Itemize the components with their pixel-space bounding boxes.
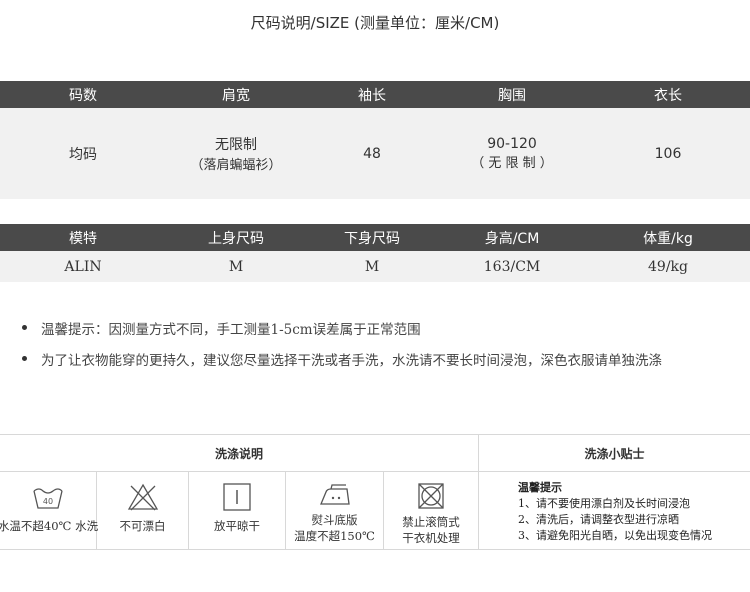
note-text: 为了让衣物能穿的更持久，建议您尽量选择干洗或者手洗，水洗请不要长时间浸泡，深色衣… (41, 352, 662, 369)
wash-tips-heading: 温馨提示 (518, 481, 562, 494)
care-label-line: 温度不超150℃ (294, 529, 375, 543)
list-item: 3、请避免阳光自晒，以免出现变色情况 (518, 529, 712, 542)
header-height: 身高/CM (484, 230, 540, 247)
header-weight: 体重/kg (643, 230, 693, 247)
divider (478, 435, 479, 549)
size-table-row: 均码 无限制 （落肩蝙蝠衫） 48 90-120 （ 无 限 制 ） 106 (0, 108, 750, 199)
list-item: 为了让衣物能穿的更持久，建议您尽量选择干洗或者手洗，水洗请不要长时间浸泡，深色衣… (22, 343, 742, 374)
header-sleeve: 袖长 (358, 87, 386, 104)
cell-sleeve: 48 (363, 145, 381, 162)
care-label-line: 干衣机处理 (402, 531, 460, 545)
list-item: 1、请不要使用漂白剂及长时间浸泡 (518, 497, 690, 510)
cell-shoulder: 无限制 （落肩蝙蝠衫） (166, 108, 306, 199)
care-item-wash: 40 水温不超40℃ 水洗 (0, 472, 99, 549)
care-label: 水温不超40℃ 水洗 (0, 519, 99, 533)
chest-value: 90-120 (487, 136, 537, 152)
notes-list: 温馨提示：因测量方式不同，手工测量1-5cm误差属于正常范围 为了让衣物能穿的更… (22, 312, 742, 374)
care-item-iron: 熨斗底版 温度不超150℃ (286, 472, 383, 549)
model-table-header: 模特 上身尺码 下身尺码 身高/CM 体重/kg (0, 224, 750, 251)
note-text: 温馨提示：因测量方式不同，手工测量1-5cm误差属于正常范围 (41, 321, 421, 338)
cell-top-size: M (228, 258, 244, 275)
list-item: 温馨提示：因测量方式不同，手工测量1-5cm误差属于正常范围 (22, 312, 742, 343)
page-title: 尺码说明/SIZE (测量单位：厘米/CM) (250, 14, 500, 32)
wash-tips-list: 温馨提示 1、请不要使用漂白剂及长时间浸泡 2、清洗后，请调整衣型进行凉晒 3、… (518, 480, 712, 544)
iron-icon (319, 484, 350, 505)
care-item-dry-flat: 放平晾干 (189, 472, 285, 549)
model-table-row: ALIN M M 163/CM 49/kg (0, 251, 750, 282)
care-label: 禁止滚筒式 干衣机处理 (402, 514, 460, 546)
care-label: 不可漂白 (119, 519, 166, 533)
no-tumble-dry-icon (418, 483, 444, 509)
care-label-line: 禁止滚筒式 (402, 515, 460, 529)
cell-model: ALIN (64, 258, 102, 275)
header-model: 模特 (69, 230, 97, 247)
cell-height: 163/CM (483, 258, 541, 275)
care-item-no-bleach: 不可漂白 (97, 472, 188, 549)
list-item: 2、清洗后，请调整衣型进行凉晒 (518, 513, 679, 526)
size-table-header: 码数 肩宽 袖长 胸围 衣长 (0, 81, 750, 108)
dry-flat-icon (223, 483, 251, 511)
bullet-icon (22, 356, 27, 361)
cell-chest: 90-120 （ 无 限 制 ） (438, 108, 586, 199)
model-table: 模特 上身尺码 下身尺码 身高/CM 体重/kg ALIN M M 163/CM… (0, 224, 750, 282)
care-label: 熨斗底版 温度不超150℃ (294, 512, 375, 544)
wash-instructions-header: 洗涤说明 (0, 435, 478, 472)
svg-text:40: 40 (43, 497, 53, 506)
cell-bottom-size: M (364, 258, 380, 275)
cell-size: 均码 (69, 146, 97, 163)
care-label: 放平晾干 (214, 519, 260, 533)
size-table: 码数 肩宽 袖长 胸围 衣长 均码 无限制 （落肩蝙蝠衫） 48 90-120 … (0, 81, 750, 199)
header-top-size: 上身尺码 (208, 230, 264, 247)
chest-note: （ 无 限 制 ） (471, 156, 553, 171)
wash-tub-icon: 40 (33, 488, 63, 509)
no-bleach-icon (127, 483, 158, 511)
header-shoulder: 肩宽 (222, 87, 250, 104)
header-chest: 胸围 (498, 87, 526, 104)
header-size: 码数 (69, 87, 97, 104)
cell-length: 106 (654, 145, 682, 162)
care-label-line: 熨斗底版 (311, 513, 358, 527)
header-length: 衣长 (654, 87, 682, 104)
care-item-no-tumble: 禁止滚筒式 干衣机处理 (384, 472, 478, 549)
shoulder-note: （落肩蝙蝠衫） (190, 158, 282, 173)
shoulder-value: 无限制 (215, 137, 257, 153)
header-bottom-size: 下身尺码 (344, 230, 400, 247)
wash-tips-header: 洗涤小贴士 (479, 435, 750, 472)
cell-weight: 49/kg (648, 258, 688, 275)
bullet-icon (22, 325, 27, 330)
